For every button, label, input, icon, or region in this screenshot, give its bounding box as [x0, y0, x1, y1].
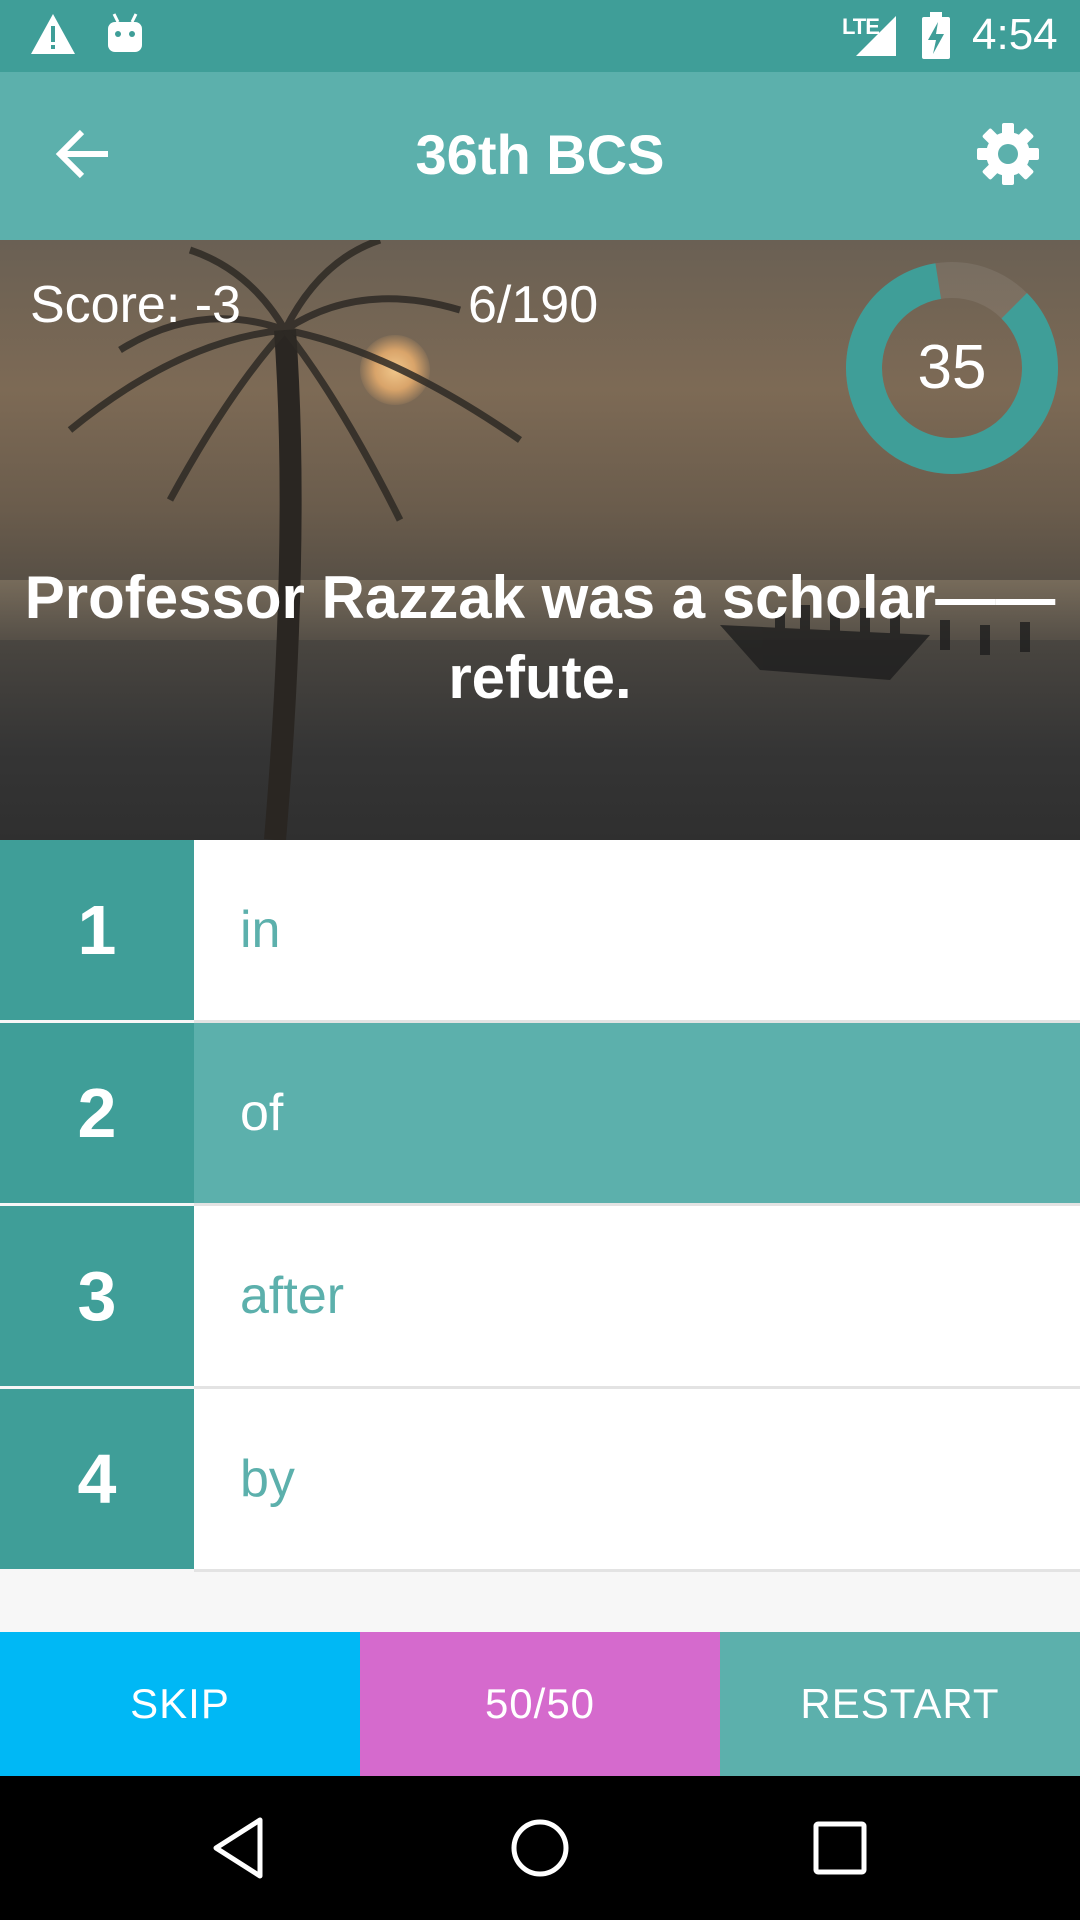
question-panel: Score: -3 6/190 35 Professor Razzak was … [0, 240, 1080, 840]
option-number: 3 [0, 1206, 194, 1386]
app-bar: 36th BCS [0, 72, 1080, 240]
option-text: by [240, 1450, 295, 1508]
question-progress: 6/190 [468, 276, 599, 334]
gear-icon[interactable] [974, 120, 1042, 188]
home-nav-icon[interactable] [504, 1812, 576, 1884]
signal-icon [856, 16, 896, 56]
option-number: 4 [0, 1389, 194, 1569]
option-3[interactable]: 3 after [0, 1206, 1080, 1389]
score: Score: -3 [30, 276, 241, 334]
answer-options: 1 in 2 of 3 after 4 by [0, 840, 1080, 1572]
timer-value: 35 [917, 333, 987, 402]
warning-icon [31, 14, 75, 54]
option-2[interactable]: 2 of [0, 1023, 1080, 1206]
recents-nav-icon[interactable] [804, 1812, 876, 1884]
status-bar: LTE 4:54 [0, 0, 1080, 72]
divider [194, 1569, 1080, 1572]
skip-button[interactable]: SKIP [0, 1632, 360, 1776]
android-debug-icon [108, 13, 142, 52]
restart-button[interactable]: RESTART [720, 1632, 1080, 1776]
clock: 4:54 [972, 10, 1058, 59]
back-nav-icon[interactable] [204, 1812, 276, 1884]
option-text: in [240, 901, 281, 959]
option-number: 1 [0, 840, 194, 1020]
navigation-bar [0, 1776, 1080, 1920]
page-title: 36th BCS [415, 123, 665, 186]
battery-charging-icon [922, 12, 950, 59]
question-text: Professor Razzak was a scholar——refute. [24, 564, 1056, 711]
option-1[interactable]: 1 in [0, 840, 1080, 1023]
option-4[interactable]: 4 by [0, 1389, 1080, 1572]
option-text: of [240, 1084, 284, 1142]
action-bar: SKIP 50/50 RESTART [0, 1632, 1080, 1776]
option-text: after [240, 1267, 345, 1325]
fifty-fifty-button[interactable]: 50/50 [360, 1632, 720, 1776]
option-number: 2 [0, 1023, 194, 1203]
